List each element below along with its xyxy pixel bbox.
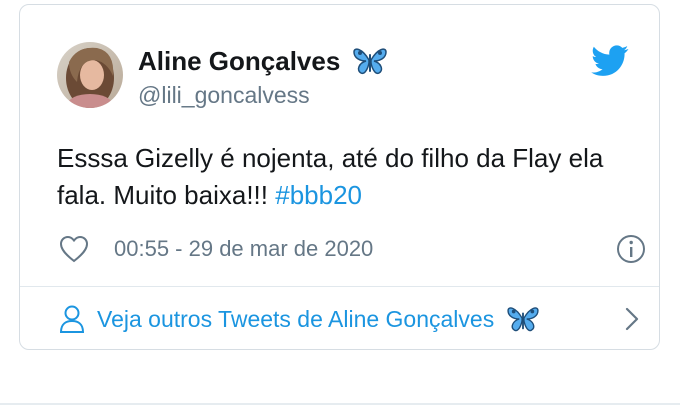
twitter-bird-icon[interactable] <box>591 45 629 77</box>
page-divider <box>0 403 680 405</box>
author-name-row[interactable]: Aline Gonçalves <box>138 45 388 77</box>
more-tweets-label[interactable]: Veja outros Tweets de Aline Gonçalves <box>97 306 494 333</box>
avatar[interactable] <box>57 42 123 108</box>
butterfly-icon <box>352 46 388 76</box>
info-icon[interactable] <box>615 233 647 265</box>
person-icon <box>59 304 85 334</box>
hashtag-link[interactable]: #bbb20 <box>275 180 362 210</box>
avatar-image <box>57 42 123 108</box>
tweet-timestamp[interactable]: 00:55 - 29 de mar de 2020 <box>114 236 373 262</box>
tweet-meta-row: 00:55 - 29 de mar de 2020 <box>57 231 647 267</box>
author-display-name[interactable]: Aline Gonçalves <box>138 45 340 77</box>
butterfly-icon <box>506 305 540 333</box>
author-handle[interactable]: @lili_goncalvess <box>138 81 310 109</box>
more-tweets-link[interactable]: Veja outros Tweets de Aline Gonçalves <box>57 299 647 339</box>
heart-icon[interactable] <box>59 235 89 263</box>
chevron-right-icon[interactable] <box>625 307 639 331</box>
card-divider <box>20 286 659 287</box>
tweet-text: Esssa Gizelly é nojenta, até do filho da… <box>57 140 647 214</box>
tweet-card: Aline Gonçalves @lili_goncalvess Esssa G… <box>19 4 660 350</box>
